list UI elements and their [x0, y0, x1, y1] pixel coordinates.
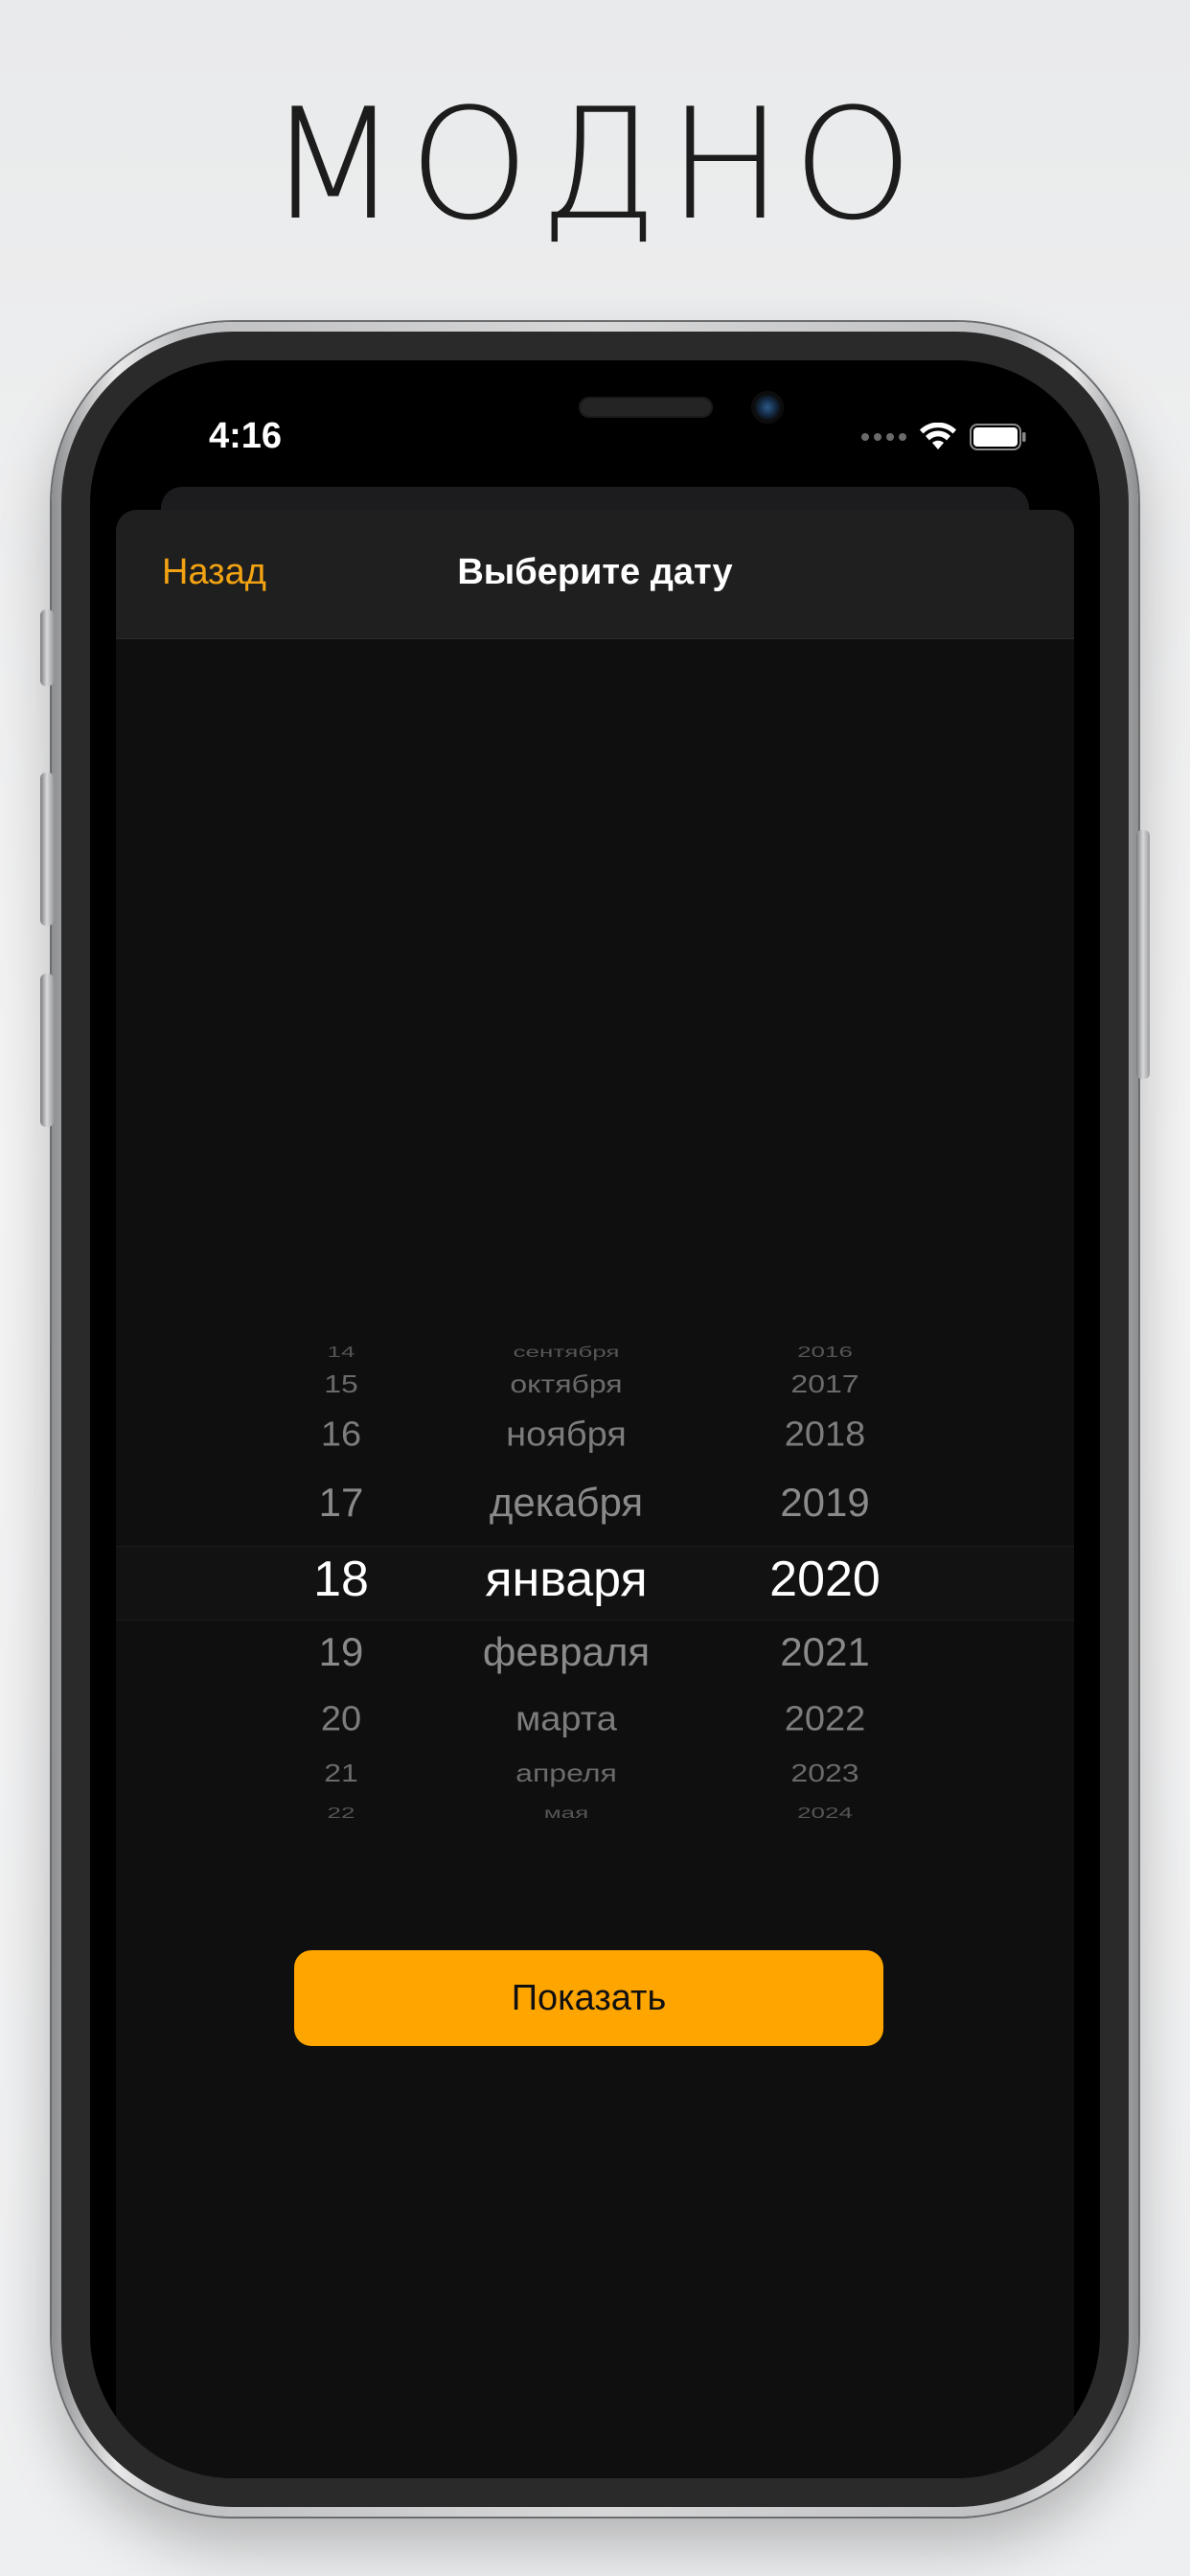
year-option[interactable]: 2022 — [734, 1700, 916, 1738]
cellular-signal-icon — [861, 433, 906, 441]
date-picker-wheel[interactable]: 14 15 16 17 18 19 20 21 22 сентября октября ноября… — [116, 1324, 1074, 1842]
month-option[interactable]: ноября — [437, 1415, 696, 1454]
date-picker-sheet: Назад Выберите дату 14 15 16 17 18 19 20 21 22 с… — [116, 510, 1074, 2478]
month-option-selected[interactable]: января — [437, 1551, 696, 1608]
year-option[interactable]: 2023 — [734, 1759, 916, 1787]
year-option[interactable]: 2019 — [734, 1480, 916, 1526]
year-option[interactable]: 2017 — [734, 1369, 916, 1398]
volume-down-button — [40, 974, 54, 1127]
month-option[interactable]: сентября — [437, 1343, 696, 1361]
year-option[interactable]: 2016 — [734, 1343, 916, 1361]
day-option[interactable]: 17 — [279, 1480, 403, 1526]
month-option[interactable]: декабря — [437, 1480, 696, 1526]
day-option[interactable]: 19 — [279, 1629, 403, 1675]
month-option[interactable]: апреля — [437, 1759, 696, 1787]
year-option[interactable]: 2018 — [734, 1415, 916, 1454]
power-button — [1136, 830, 1150, 1079]
day-option[interactable]: 21 — [279, 1759, 403, 1787]
day-option[interactable]: 22 — [279, 1804, 403, 1822]
month-option[interactable]: мая — [437, 1804, 696, 1822]
day-wheel[interactable]: 14 15 16 17 18 19 20 21 22 — [279, 1324, 403, 1842]
screen: 4:16 Назад Выберите дату 14 15 16 17 18 … — [90, 360, 1100, 2478]
silent-switch — [40, 610, 54, 686]
year-wheel[interactable]: 2016 2017 2018 2019 2020 2021 2022 2023 2024 — [734, 1324, 916, 1842]
day-option-selected[interactable]: 18 — [279, 1551, 403, 1608]
status-time: 4:16 — [209, 416, 283, 456]
day-option[interactable]: 16 — [279, 1415, 403, 1454]
show-button[interactable]: Показать — [294, 1950, 883, 2046]
wifi-icon — [920, 423, 956, 449]
navigation-bar: Назад Выберите дату — [116, 510, 1074, 639]
page-title: Выберите дату — [457, 552, 733, 592]
day-option[interactable]: 15 — [279, 1369, 403, 1398]
phone-frame: 4:16 Назад Выберите дату 14 15 16 17 18 … — [40, 322, 1150, 2517]
month-wheel[interactable]: сентября октября ноября декабря января феврал… — [437, 1324, 696, 1842]
month-option[interactable]: октября — [437, 1369, 696, 1398]
day-option[interactable]: 20 — [279, 1700, 403, 1738]
year-option[interactable]: 2024 — [734, 1804, 916, 1822]
month-option[interactable]: марта — [437, 1700, 696, 1738]
month-option[interactable]: февраля — [437, 1629, 696, 1675]
earpiece-speaker — [579, 397, 713, 418]
front-camera — [751, 391, 784, 424]
headline: МОДНО — [266, 75, 924, 254]
status-icons — [861, 420, 1027, 454]
year-option-selected[interactable]: 2020 — [734, 1551, 916, 1608]
day-option[interactable]: 14 — [279, 1343, 403, 1361]
year-option[interactable]: 2021 — [734, 1629, 916, 1675]
volume-up-button — [40, 772, 54, 926]
battery-icon — [970, 424, 1026, 450]
